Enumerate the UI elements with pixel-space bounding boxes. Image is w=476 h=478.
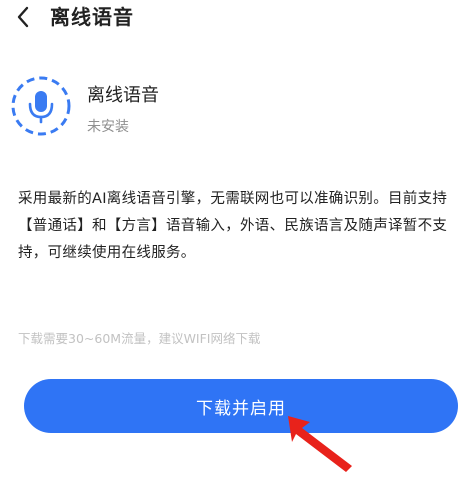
app-icon <box>10 75 72 137</box>
chevron-left-icon <box>17 6 29 28</box>
download-enable-button[interactable]: 下载并启用 <box>24 379 458 433</box>
download-notice: 下载需要30~60M流量，建议WIFI网络下载 <box>18 331 261 346</box>
back-button[interactable] <box>8 2 38 32</box>
page-title: 离线语音 <box>50 5 134 29</box>
install-status: 未安装 <box>87 119 129 135</box>
header-bar: 离线语音 <box>0 0 476 40</box>
offline-voice-page: 离线语音 离线语音 未安装 采用最新的AI离线语音引擎，无需联网也可以准确识别。… <box>0 0 476 478</box>
feature-description: 采用最新的AI离线语音引擎，无需联网也可以准确识别。目前支持【普通话】和【方言】… <box>18 191 448 261</box>
app-name: 离线语音 <box>87 85 159 106</box>
microphone-icon <box>11 76 71 136</box>
